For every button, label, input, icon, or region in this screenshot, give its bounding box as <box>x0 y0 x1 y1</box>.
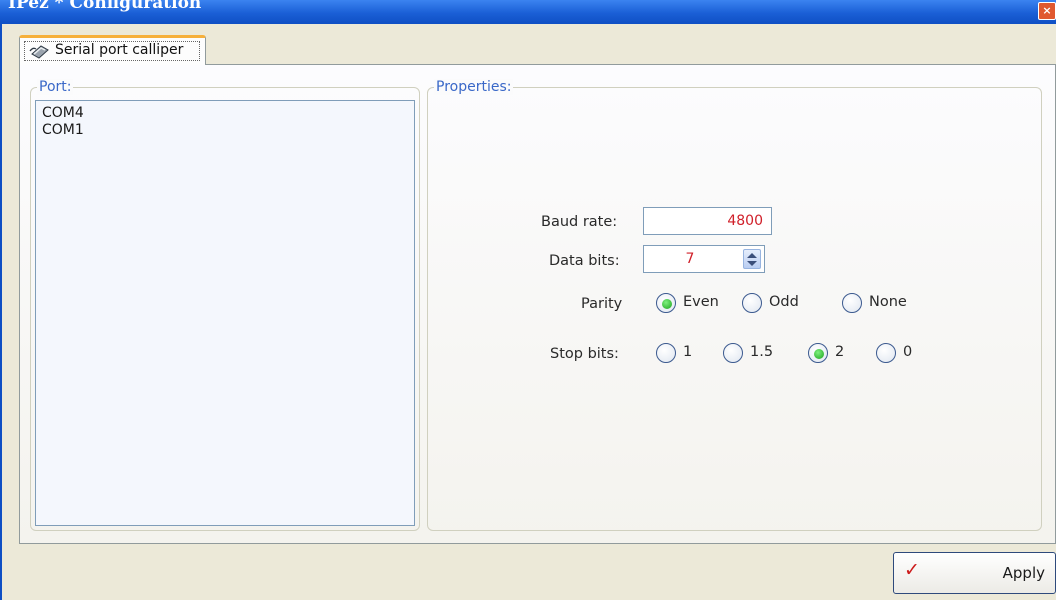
stop-bits-1-label: 1 <box>683 344 693 360</box>
tab-serial-port-calliper[interactable]: Serial port calliper <box>19 35 206 65</box>
radio-circle <box>842 293 862 313</box>
port-listbox[interactable]: COM4 COM1 <box>35 100 415 526</box>
spin-down-icon[interactable] <box>747 261 757 266</box>
list-item-com1[interactable]: COM1 <box>36 122 414 139</box>
properties-legend: Properties: <box>434 79 514 95</box>
apply-button[interactable]: ✓ Apply <box>893 552 1056 594</box>
stop-bits-1-5-label: 1.5 <box>750 344 774 360</box>
radio-circle <box>808 343 828 363</box>
radio-circle <box>723 343 743 363</box>
close-button[interactable]: × <box>1038 2 1056 20</box>
tab-label: Serial port calliper <box>55 42 184 58</box>
baud-rate-label: Baud rate: <box>541 214 618 230</box>
window-title: IPez * Configuration <box>8 0 202 13</box>
data-bits-label: Data bits: <box>549 253 620 269</box>
data-bits-value: 7 <box>685 251 695 267</box>
baud-rate-input[interactable]: 4800 <box>643 207 772 235</box>
radio-circle <box>742 293 762 313</box>
title-bar: IPez * Configuration × <box>0 0 1056 24</box>
checkmark-icon: ✓ <box>904 559 920 581</box>
radio-circle <box>656 293 676 313</box>
tab-focus-rect: Serial port calliper <box>24 41 200 61</box>
parity-odd-label: Odd <box>769 294 799 310</box>
stop-bits-label: Stop bits: <box>550 346 619 362</box>
window-border <box>0 24 10 600</box>
port-legend: Port: <box>37 79 74 95</box>
parity-label: Parity <box>581 296 623 312</box>
radio-dot <box>814 349 824 359</box>
radio-circle <box>876 343 896 363</box>
properties-group: Properties: <box>427 79 1042 531</box>
apply-label: Apply <box>1002 564 1045 582</box>
serial-cable-icon <box>29 43 51 63</box>
spin-buttons[interactable] <box>743 249 761 269</box>
parity-none-label: None <box>869 294 907 310</box>
spin-up-icon[interactable] <box>747 253 757 258</box>
radio-dot <box>662 299 672 309</box>
data-bits-stepper[interactable]: 7 <box>643 245 765 273</box>
radio-circle <box>656 343 676 363</box>
stop-bits-0-label: 0 <box>903 344 913 360</box>
parity-even-label: Even <box>683 294 719 310</box>
list-item-com4[interactable]: COM4 <box>36 105 414 122</box>
stop-bits-2-label: 2 <box>835 344 845 360</box>
